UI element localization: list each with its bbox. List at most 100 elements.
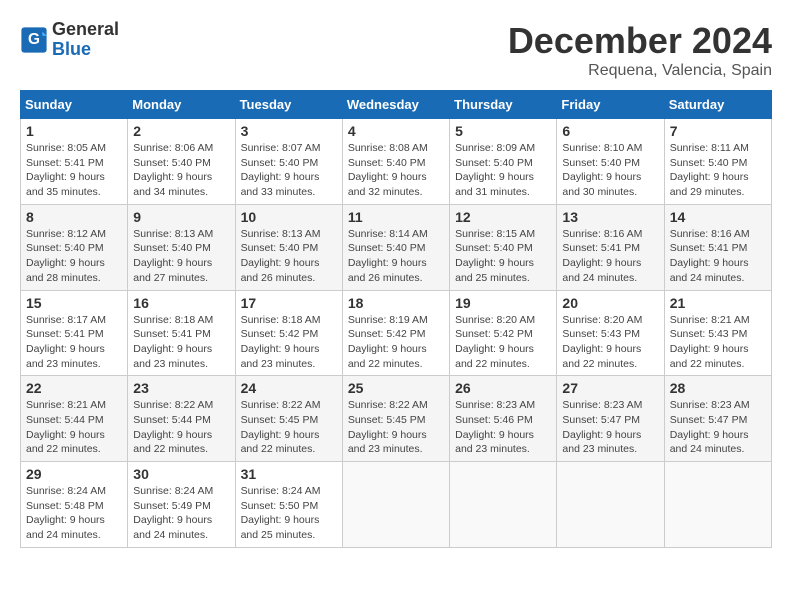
calendar-cell: 18 Sunrise: 8:19 AM Sunset: 5:42 PM Dayl… — [342, 290, 449, 376]
logo-line2: Blue — [52, 40, 119, 60]
day-number: 27 — [562, 380, 658, 396]
day-info: Sunrise: 8:14 AM Sunset: 5:40 PM Dayligh… — [348, 227, 444, 286]
calendar-header-friday: Friday — [557, 91, 664, 119]
calendar-cell: 16 Sunrise: 8:18 AM Sunset: 5:41 PM Dayl… — [128, 290, 235, 376]
calendar-cell: 25 Sunrise: 8:22 AM Sunset: 5:45 PM Dayl… — [342, 376, 449, 462]
calendar-cell — [664, 462, 771, 548]
calendar-cell: 5 Sunrise: 8:09 AM Sunset: 5:40 PM Dayli… — [450, 119, 557, 205]
calendar-header-sunday: Sunday — [21, 91, 128, 119]
calendar-cell: 23 Sunrise: 8:22 AM Sunset: 5:44 PM Dayl… — [128, 376, 235, 462]
day-info: Sunrise: 8:05 AM Sunset: 5:41 PM Dayligh… — [26, 141, 122, 200]
calendar-cell: 8 Sunrise: 8:12 AM Sunset: 5:40 PM Dayli… — [21, 204, 128, 290]
day-info: Sunrise: 8:19 AM Sunset: 5:42 PM Dayligh… — [348, 313, 444, 372]
day-info: Sunrise: 8:23 AM Sunset: 5:46 PM Dayligh… — [455, 398, 551, 457]
calendar-cell: 30 Sunrise: 8:24 AM Sunset: 5:49 PM Dayl… — [128, 462, 235, 548]
calendar-cell — [342, 462, 449, 548]
day-info: Sunrise: 8:23 AM Sunset: 5:47 PM Dayligh… — [562, 398, 658, 457]
day-info: Sunrise: 8:16 AM Sunset: 5:41 PM Dayligh… — [670, 227, 766, 286]
calendar-cell: 4 Sunrise: 8:08 AM Sunset: 5:40 PM Dayli… — [342, 119, 449, 205]
logo-text: General Blue — [52, 20, 119, 60]
day-number: 2 — [133, 123, 229, 139]
calendar-cell: 28 Sunrise: 8:23 AM Sunset: 5:47 PM Dayl… — [664, 376, 771, 462]
day-info: Sunrise: 8:24 AM Sunset: 5:48 PM Dayligh… — [26, 484, 122, 543]
svg-text:G: G — [28, 31, 40, 48]
day-number: 26 — [455, 380, 551, 396]
calendar-header-thursday: Thursday — [450, 91, 557, 119]
day-number: 30 — [133, 466, 229, 482]
calendar-cell: 29 Sunrise: 8:24 AM Sunset: 5:48 PM Dayl… — [21, 462, 128, 548]
day-info: Sunrise: 8:12 AM Sunset: 5:40 PM Dayligh… — [26, 227, 122, 286]
day-info: Sunrise: 8:22 AM Sunset: 5:45 PM Dayligh… — [348, 398, 444, 457]
day-info: Sunrise: 8:13 AM Sunset: 5:40 PM Dayligh… — [241, 227, 337, 286]
calendar-header-row: SundayMondayTuesdayWednesdayThursdayFrid… — [21, 91, 772, 119]
header: G General Blue December 2024 Requena, Va… — [20, 20, 772, 80]
calendar-week-4: 22 Sunrise: 8:21 AM Sunset: 5:44 PM Dayl… — [21, 376, 772, 462]
day-info: Sunrise: 8:21 AM Sunset: 5:44 PM Dayligh… — [26, 398, 122, 457]
day-info: Sunrise: 8:11 AM Sunset: 5:40 PM Dayligh… — [670, 141, 766, 200]
month-title: December 2024 — [508, 20, 772, 62]
day-number: 6 — [562, 123, 658, 139]
day-number: 15 — [26, 295, 122, 311]
title-area: December 2024 Requena, Valencia, Spain — [508, 20, 772, 80]
day-info: Sunrise: 8:21 AM Sunset: 5:43 PM Dayligh… — [670, 313, 766, 372]
day-info: Sunrise: 8:06 AM Sunset: 5:40 PM Dayligh… — [133, 141, 229, 200]
location: Requena, Valencia, Spain — [508, 62, 772, 80]
calendar-table: SundayMondayTuesdayWednesdayThursdayFrid… — [20, 90, 772, 548]
day-info: Sunrise: 8:13 AM Sunset: 5:40 PM Dayligh… — [133, 227, 229, 286]
day-info: Sunrise: 8:15 AM Sunset: 5:40 PM Dayligh… — [455, 227, 551, 286]
logo-icon: G — [20, 26, 48, 54]
day-number: 5 — [455, 123, 551, 139]
calendar-cell: 26 Sunrise: 8:23 AM Sunset: 5:46 PM Dayl… — [450, 376, 557, 462]
day-number: 31 — [241, 466, 337, 482]
calendar-cell: 21 Sunrise: 8:21 AM Sunset: 5:43 PM Dayl… — [664, 290, 771, 376]
calendar-cell: 10 Sunrise: 8:13 AM Sunset: 5:40 PM Dayl… — [235, 204, 342, 290]
calendar-header-wednesday: Wednesday — [342, 91, 449, 119]
day-number: 20 — [562, 295, 658, 311]
calendar-cell: 27 Sunrise: 8:23 AM Sunset: 5:47 PM Dayl… — [557, 376, 664, 462]
day-number: 25 — [348, 380, 444, 396]
calendar-cell: 1 Sunrise: 8:05 AM Sunset: 5:41 PM Dayli… — [21, 119, 128, 205]
day-number: 12 — [455, 209, 551, 225]
day-info: Sunrise: 8:16 AM Sunset: 5:41 PM Dayligh… — [562, 227, 658, 286]
calendar-cell: 20 Sunrise: 8:20 AM Sunset: 5:43 PM Dayl… — [557, 290, 664, 376]
calendar-week-1: 1 Sunrise: 8:05 AM Sunset: 5:41 PM Dayli… — [21, 119, 772, 205]
calendar-cell: 22 Sunrise: 8:21 AM Sunset: 5:44 PM Dayl… — [21, 376, 128, 462]
day-number: 23 — [133, 380, 229, 396]
day-number: 3 — [241, 123, 337, 139]
day-info: Sunrise: 8:20 AM Sunset: 5:43 PM Dayligh… — [562, 313, 658, 372]
day-info: Sunrise: 8:18 AM Sunset: 5:41 PM Dayligh… — [133, 313, 229, 372]
calendar-header-saturday: Saturday — [664, 91, 771, 119]
day-number: 14 — [670, 209, 766, 225]
day-number: 11 — [348, 209, 444, 225]
day-number: 10 — [241, 209, 337, 225]
calendar-header-tuesday: Tuesday — [235, 91, 342, 119]
calendar-cell — [557, 462, 664, 548]
calendar-week-5: 29 Sunrise: 8:24 AM Sunset: 5:48 PM Dayl… — [21, 462, 772, 548]
calendar-cell: 19 Sunrise: 8:20 AM Sunset: 5:42 PM Dayl… — [450, 290, 557, 376]
day-number: 8 — [26, 209, 122, 225]
calendar-cell: 17 Sunrise: 8:18 AM Sunset: 5:42 PM Dayl… — [235, 290, 342, 376]
calendar-cell: 6 Sunrise: 8:10 AM Sunset: 5:40 PM Dayli… — [557, 119, 664, 205]
calendar-cell: 14 Sunrise: 8:16 AM Sunset: 5:41 PM Dayl… — [664, 204, 771, 290]
day-info: Sunrise: 8:18 AM Sunset: 5:42 PM Dayligh… — [241, 313, 337, 372]
day-number: 19 — [455, 295, 551, 311]
calendar-cell: 13 Sunrise: 8:16 AM Sunset: 5:41 PM Dayl… — [557, 204, 664, 290]
logo-line1: General — [52, 20, 119, 40]
day-info: Sunrise: 8:07 AM Sunset: 5:40 PM Dayligh… — [241, 141, 337, 200]
day-info: Sunrise: 8:24 AM Sunset: 5:50 PM Dayligh… — [241, 484, 337, 543]
calendar-cell: 2 Sunrise: 8:06 AM Sunset: 5:40 PM Dayli… — [128, 119, 235, 205]
day-number: 21 — [670, 295, 766, 311]
calendar-week-3: 15 Sunrise: 8:17 AM Sunset: 5:41 PM Dayl… — [21, 290, 772, 376]
calendar-week-2: 8 Sunrise: 8:12 AM Sunset: 5:40 PM Dayli… — [21, 204, 772, 290]
day-number: 4 — [348, 123, 444, 139]
day-number: 13 — [562, 209, 658, 225]
day-info: Sunrise: 8:09 AM Sunset: 5:40 PM Dayligh… — [455, 141, 551, 200]
logo: G General Blue — [20, 20, 119, 60]
day-number: 1 — [26, 123, 122, 139]
day-number: 7 — [670, 123, 766, 139]
calendar-cell: 7 Sunrise: 8:11 AM Sunset: 5:40 PM Dayli… — [664, 119, 771, 205]
day-number: 24 — [241, 380, 337, 396]
day-info: Sunrise: 8:20 AM Sunset: 5:42 PM Dayligh… — [455, 313, 551, 372]
calendar-cell: 12 Sunrise: 8:15 AM Sunset: 5:40 PM Dayl… — [450, 204, 557, 290]
day-number: 22 — [26, 380, 122, 396]
